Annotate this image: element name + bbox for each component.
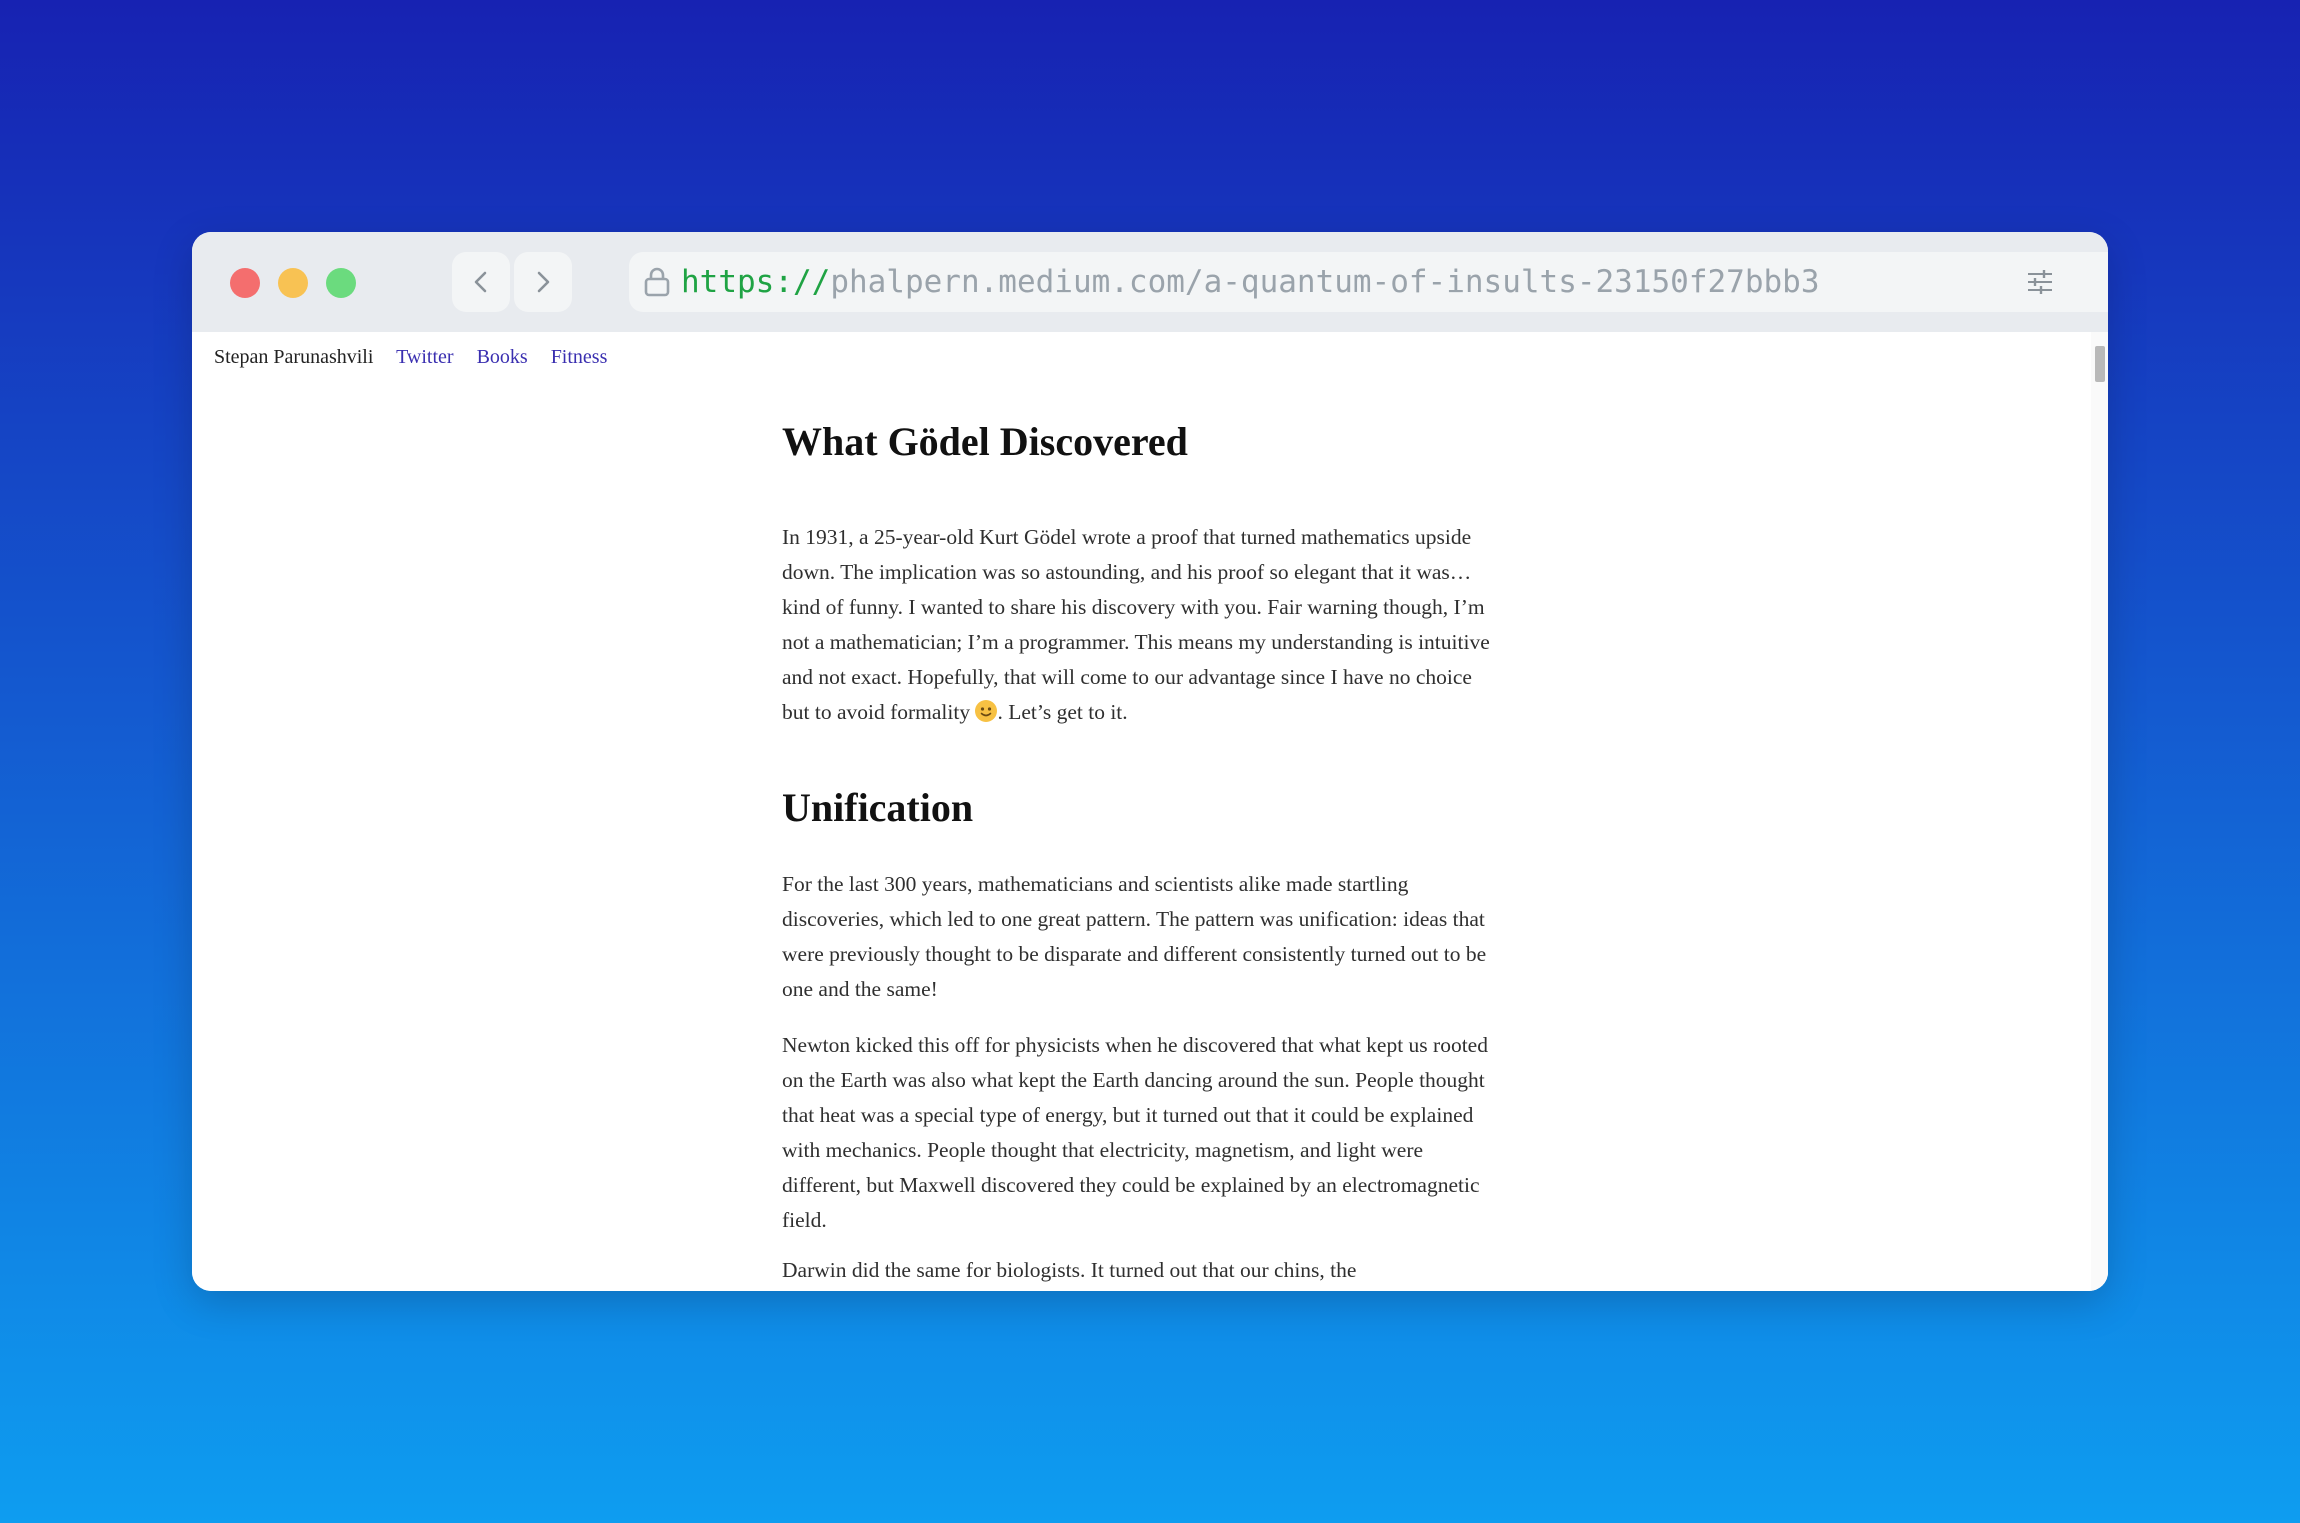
chevron-left-icon — [474, 271, 487, 293]
nav-link-books[interactable]: Books — [477, 346, 528, 368]
url-text: https://phalpern.medium.com/a-quantum-of… — [681, 262, 1819, 302]
article-paragraph: For the last 300 years, mathematicians a… — [782, 872, 1487, 1001]
address-bar[interactable]: https://phalpern.medium.com/a-quantum-of… — [629, 252, 2108, 312]
chevron-right-icon — [537, 271, 550, 293]
minimize-window-button[interactable] — [278, 268, 308, 298]
forward-button[interactable] — [514, 252, 572, 312]
site-nav: Stepan Parunashvili Twitter Books Fitnes… — [214, 346, 625, 369]
page-content: Stepan Parunashvili Twitter Books Fitnes… — [192, 332, 2108, 1291]
vertical-scrollbar[interactable] — [2091, 332, 2108, 1291]
settings-button[interactable] — [2009, 252, 2071, 312]
paragraph-text: In 1931, a 25-year-old Kurt Gödel wrote … — [782, 525, 1490, 724]
smile-emoji-icon — [975, 699, 998, 722]
article-paragraph: Darwin did the same for biologists. It t… — [782, 1258, 1357, 1282]
back-button[interactable] — [452, 252, 510, 312]
lock-icon — [644, 267, 670, 297]
nav-link-twitter[interactable]: Twitter — [396, 346, 453, 368]
browser-window: https://phalpern.medium.com/a-quantum-of… — [192, 232, 2108, 1291]
url-scheme: https:// — [681, 264, 831, 300]
site-name-link[interactable]: Stepan Parunashvili — [214, 346, 373, 368]
article-paragraph: Newton kicked this off for physicists wh… — [782, 1033, 1488, 1232]
browser-toolbar: https://phalpern.medium.com/a-quantum-of… — [192, 232, 2108, 332]
article-paragraph: In 1931, a 25-year-old Kurt Gödel wrote … — [782, 520, 1502, 729]
close-window-button[interactable] — [230, 268, 260, 298]
paragraph-text: . Let’s get to it. — [997, 699, 1128, 724]
scrollbar-thumb[interactable] — [2095, 346, 2105, 382]
nav-link-fitness[interactable]: Fitness — [551, 346, 608, 368]
url-path: phalpern.medium.com/a-quantum-of-insults… — [830, 264, 1820, 300]
section-heading: Unification — [782, 785, 974, 830]
article-title: What Gödel Discovered — [782, 419, 1188, 464]
sliders-icon — [2028, 270, 2052, 294]
maximize-window-button[interactable] — [326, 268, 356, 298]
